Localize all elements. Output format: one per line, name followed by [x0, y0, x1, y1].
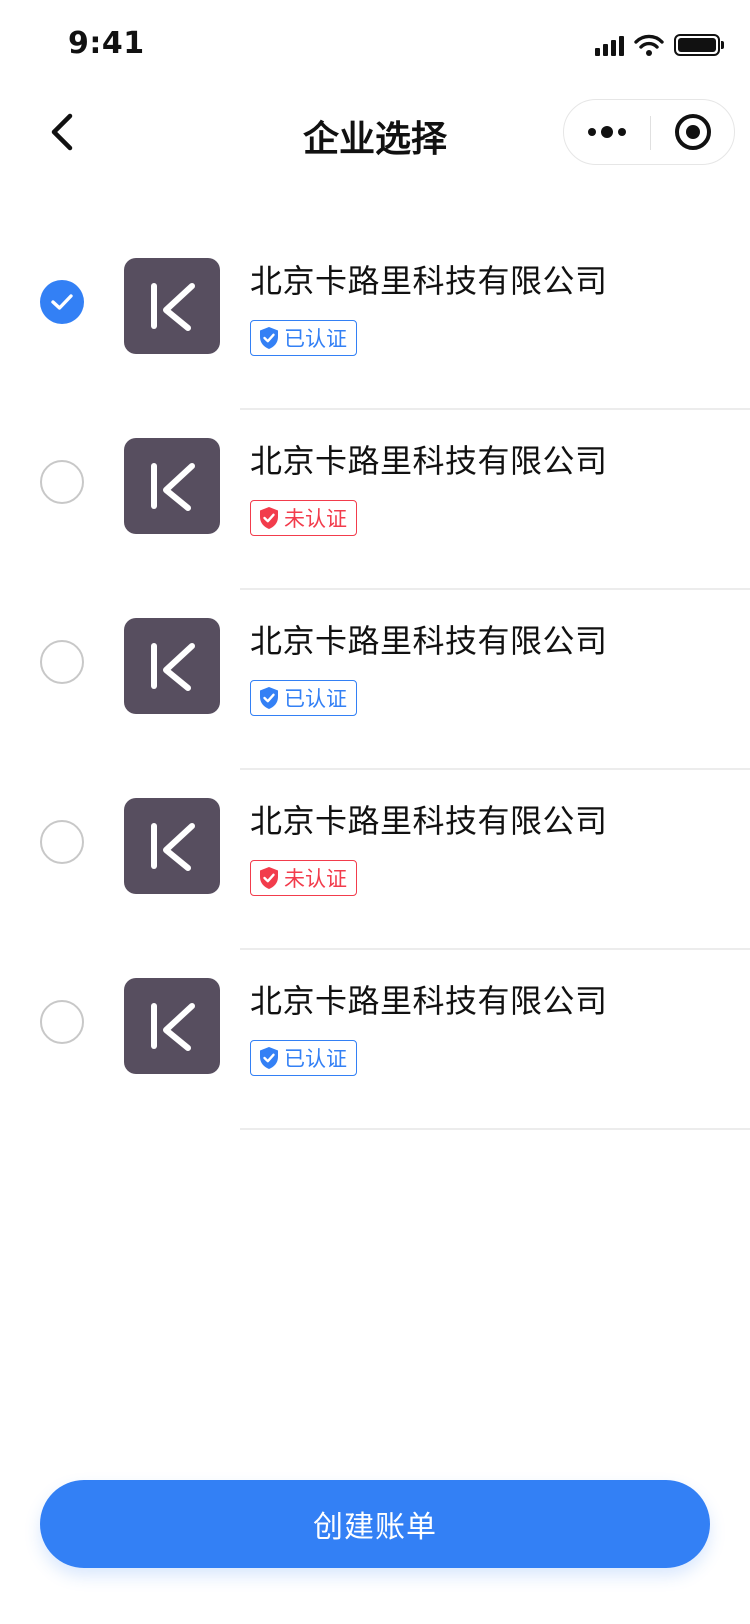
battery-icon [674, 34, 724, 56]
more-dots-icon [587, 126, 626, 138]
company-name: 北京卡路里科技有限公司 [250, 802, 608, 840]
badge-label: 已认证 [284, 1047, 347, 1071]
create-bill-button[interactable]: 创建账单 [40, 1480, 710, 1568]
mini-program-capsule [563, 99, 735, 165]
company-name: 北京卡路里科技有限公司 [250, 982, 608, 1020]
check-icon [51, 294, 73, 310]
shield-check-icon [260, 507, 278, 529]
company-logo [124, 978, 220, 1074]
shield-check-icon [260, 867, 278, 889]
radio-unchecked[interactable] [40, 640, 84, 684]
company-logo [124, 618, 220, 714]
company-item[interactable]: 北京卡路里科技有限公司已认证 [0, 230, 750, 410]
company-logo [124, 798, 220, 894]
company-name: 北京卡路里科技有限公司 [250, 442, 608, 480]
company-logo [124, 258, 220, 354]
radio-unchecked[interactable] [40, 820, 84, 864]
keep-k-logo [151, 643, 195, 691]
company-item[interactable]: 北京卡路里科技有限公司已认证 [0, 950, 750, 1130]
row-divider [240, 1128, 750, 1130]
badge-label: 已认证 [284, 687, 347, 711]
unverified-badge: 未认证 [250, 500, 357, 536]
keep-k-logo [151, 823, 195, 871]
unverified-badge: 未认证 [250, 860, 357, 896]
verified-badge: 已认证 [250, 680, 357, 716]
radio-unchecked[interactable] [40, 460, 84, 504]
company-item[interactable]: 北京卡路里科技有限公司未认证 [0, 410, 750, 590]
more-button[interactable] [564, 100, 649, 164]
company-logo [124, 438, 220, 534]
radio-unchecked[interactable] [40, 1000, 84, 1044]
status-icons [595, 32, 724, 58]
company-name: 北京卡路里科技有限公司 [250, 262, 608, 300]
shield-check-icon [260, 327, 278, 349]
verified-badge: 已认证 [250, 1040, 357, 1076]
company-list: 北京卡路里科技有限公司 已认证 北京卡路里科技有限公司 未认证 北京卡路里科技有限公司已… [0, 230, 750, 1130]
shield-check-icon [260, 687, 278, 709]
keep-k-logo [151, 463, 195, 511]
badge-label: 已认证 [284, 327, 347, 351]
target-circle-icon [675, 114, 711, 150]
badge-label: 未认证 [284, 507, 347, 531]
shield-check-icon [260, 1047, 278, 1069]
status-bar: 9:41 [0, 0, 750, 88]
company-name: 北京卡路里科技有限公司 [250, 622, 608, 660]
status-time: 9:41 [68, 26, 145, 61]
verified-badge: 已认证 [250, 320, 357, 356]
cellular-signal-icon [595, 34, 624, 56]
keep-k-logo [151, 283, 195, 331]
radio-checked[interactable] [40, 280, 84, 324]
keep-k-logo [151, 1003, 195, 1051]
company-item[interactable]: 北京卡路里科技有限公司未认证 [0, 770, 750, 950]
badge-label: 未认证 [284, 867, 347, 891]
close-mini-program-button[interactable] [651, 100, 735, 164]
nav-bar: 企业选择 [0, 88, 750, 176]
company-item[interactable]: 北京卡路里科技有限公司已认证 [0, 590, 750, 770]
wifi-icon [634, 34, 664, 56]
